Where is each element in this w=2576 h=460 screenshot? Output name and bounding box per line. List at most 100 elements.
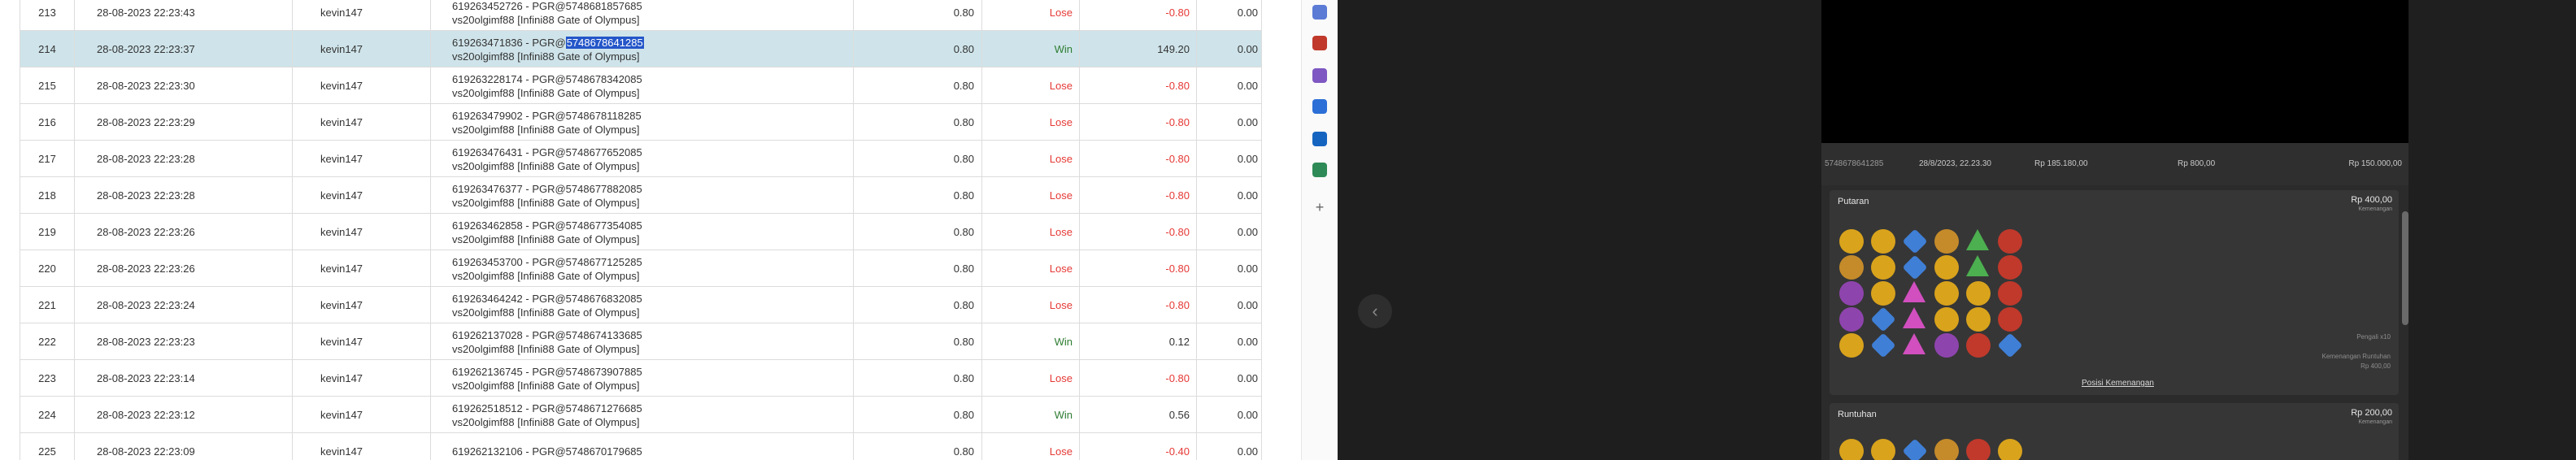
row-number: 219 [20, 214, 75, 250]
dimmed-background-right [2408, 0, 2576, 460]
row-amount: -0.80 [1080, 104, 1197, 141]
row-user: kevin147 [293, 0, 431, 31]
description-line-2: vs20olgimf88 [Infini88 Gate of Olympus] [452, 159, 640, 172]
row-amount: -0.80 [1080, 250, 1197, 287]
row-user: kevin147 [293, 104, 431, 141]
description-line-1: 619262137028 - PGR@5748674133685 [452, 328, 642, 341]
tumble-card: Runtuhan Rp 200,00 Kemenangan [1830, 403, 2399, 460]
table-row[interactable]: 221 28-08-2023 22:23:24 kevin147 6192634642… [20, 287, 1262, 323]
row-description: 619263479902 - PGR@5748678118285 vs20olgi… [431, 104, 854, 141]
round-balance: Rp 185.180,00 [2034, 159, 2088, 168]
blue-gem-icon [1902, 438, 1928, 460]
modal-scrollbar[interactable] [2402, 211, 2408, 325]
transaction-table-panel: 213 28-08-2023 22:23:43 kevin147 6192634527… [0, 0, 1301, 460]
briefcase-icon[interactable] [1312, 36, 1327, 50]
row-description: 619263453700 - PGR@5748677125285 vs20olgi… [431, 250, 854, 287]
blue-gem-icon [1902, 254, 1928, 280]
row-user: kevin147 [293, 177, 431, 214]
row-balance: 0.00 [1197, 0, 1262, 31]
description-line-2: vs20olgimf88 [Infini88 Gate of Olympus] [452, 269, 640, 282]
row-amount: -0.80 [1080, 0, 1197, 31]
table-row[interactable]: 220 28-08-2023 22:23:26 kevin147 6192634537… [20, 250, 1262, 287]
row-number: 221 [20, 287, 75, 323]
description-line-1: 619263479902 - PGR@5748678118285 [452, 109, 642, 122]
row-result: Lose [982, 104, 1080, 141]
spin-card: Putaran Rp 400,00 Kemenangan Pengali x10… [1830, 190, 2399, 395]
description-line-2: vs20olgimf88 [Infini88 Gate of Olympus] [452, 232, 640, 245]
description-line-1: 619263453700 - PGR@5748677125285 [452, 255, 642, 268]
row-number: 223 [20, 360, 75, 397]
gold-gem-icon [1934, 281, 1959, 306]
gear-icon[interactable] [1312, 99, 1327, 114]
round-id: 5748678641285 [1825, 159, 1884, 168]
purple-gem-icon [1839, 281, 1864, 306]
row-balance: 0.00 [1197, 214, 1262, 250]
gold-gem-icon [1966, 281, 1991, 306]
description-line-2: vs20olgimf88 [Infini88 Gate of Olympus] [452, 415, 640, 428]
row-description: 619263462858 - PGR@5748677354085 vs20olgi… [431, 214, 854, 250]
row-balance: 0.00 [1197, 287, 1262, 323]
outlook-icon[interactable] [1312, 132, 1327, 146]
cart-icon[interactable] [1312, 163, 1327, 177]
pink-gem-icon [1903, 307, 1925, 328]
red-gem-icon [1966, 439, 1991, 460]
row-amount: -0.80 [1080, 287, 1197, 323]
description-prefix: 619263471836 - PGR@ [452, 36, 566, 49]
green-gem-icon [1966, 229, 1989, 250]
row-amount: 0.12 [1080, 323, 1197, 360]
row-bet: 0.80 [854, 397, 982, 433]
row-date: 28-08-2023 22:23:26 [75, 250, 293, 287]
row-number: 215 [20, 67, 75, 104]
table-row[interactable]: 218 28-08-2023 22:23:28 kevin147 6192634763… [20, 177, 1262, 214]
row-bet: 0.80 [854, 360, 982, 397]
row-date: 28-08-2023 22:23:28 [75, 177, 293, 214]
table-row[interactable]: 222 28-08-2023 22:23:23 kevin147 6192621370… [20, 323, 1262, 360]
people-icon[interactable] [1312, 68, 1327, 83]
row-result: Lose [982, 433, 1080, 460]
gold-gem-icon [1934, 255, 1959, 280]
back-button[interactable]: ‹ [1358, 294, 1392, 328]
blue-gem-icon [1997, 332, 2023, 358]
row-amount: 0.56 [1080, 397, 1197, 433]
table-row[interactable]: 213 28-08-2023 22:23:43 kevin147 6192634527… [20, 0, 1262, 31]
table-row[interactable]: 224 28-08-2023 22:23:12 kevin147 6192625185… [20, 397, 1262, 433]
row-result: Lose [982, 214, 1080, 250]
winning-positions-link[interactable]: Posisi Kemenangan [2082, 379, 2154, 388]
purple-gem-icon [1934, 333, 1959, 358]
row-description: 619262136745 - PGR@5748673907885 vs20olgi… [431, 360, 854, 397]
blue-gem-icon [1902, 228, 1928, 254]
row-result: Lose [982, 287, 1080, 323]
table-row[interactable]: 217 28-08-2023 22:23:28 kevin147 6192634764… [20, 141, 1262, 177]
row-user: kevin147 [293, 250, 431, 287]
row-date: 28-08-2023 22:23:37 [75, 31, 293, 67]
row-balance: 0.00 [1197, 397, 1262, 433]
row-balance: 0.00 [1197, 250, 1262, 287]
row-result: Win [982, 397, 1080, 433]
row-description: 619263228174 - PGR@5748678342085 vs20olgi… [431, 67, 854, 104]
row-user: kevin147 [293, 287, 431, 323]
row-number: 225 [20, 433, 75, 460]
table-row[interactable]: 215 28-08-2023 22:23:30 kevin147 6192632281… [20, 67, 1262, 104]
row-date: 28-08-2023 22:23:28 [75, 141, 293, 177]
table-row[interactable]: 216 28-08-2023 22:23:29 kevin147 6192634799… [20, 104, 1262, 141]
description-line-1: 619263462858 - PGR@5748677354085 [452, 219, 642, 232]
table-row[interactable]: 214 28-08-2023 22:23:37 kevin147 6192634718… [20, 31, 1262, 67]
row-number: 224 [20, 397, 75, 433]
table-row[interactable]: 219 28-08-2023 22:23:26 kevin147 6192634628… [20, 214, 1262, 250]
row-date: 28-08-2023 22:23:12 [75, 397, 293, 433]
round-info-bar: 5748678641285 28/8/2023, 22.23.30 Rp 185… [1821, 143, 2408, 185]
row-bet: 0.80 [854, 323, 982, 360]
row-description: 619263476377 - PGR@5748677882085 vs20olgi… [431, 177, 854, 214]
red-gem-icon [1966, 333, 1991, 358]
add-icon[interactable]: + [1312, 200, 1327, 215]
row-number: 217 [20, 141, 75, 177]
table-row[interactable]: 223 28-08-2023 22:23:14 kevin147 6192621367… [20, 360, 1262, 397]
row-description: 619262137028 - PGR@5748674133685 vs20olgi… [431, 323, 854, 360]
selected-text-highlight[interactable]: 5748678641285 [565, 36, 644, 49]
tag-icon[interactable] [1312, 5, 1327, 20]
table-row[interactable]: 225 28-08-2023 22:23:09 kevin147 6192621321… [20, 433, 1262, 460]
row-bet: 0.80 [854, 214, 982, 250]
row-result: Lose [982, 177, 1080, 214]
red-gem-icon [1998, 255, 2022, 280]
tumble-win-amount: Rp 400,00 [2361, 362, 2391, 370]
